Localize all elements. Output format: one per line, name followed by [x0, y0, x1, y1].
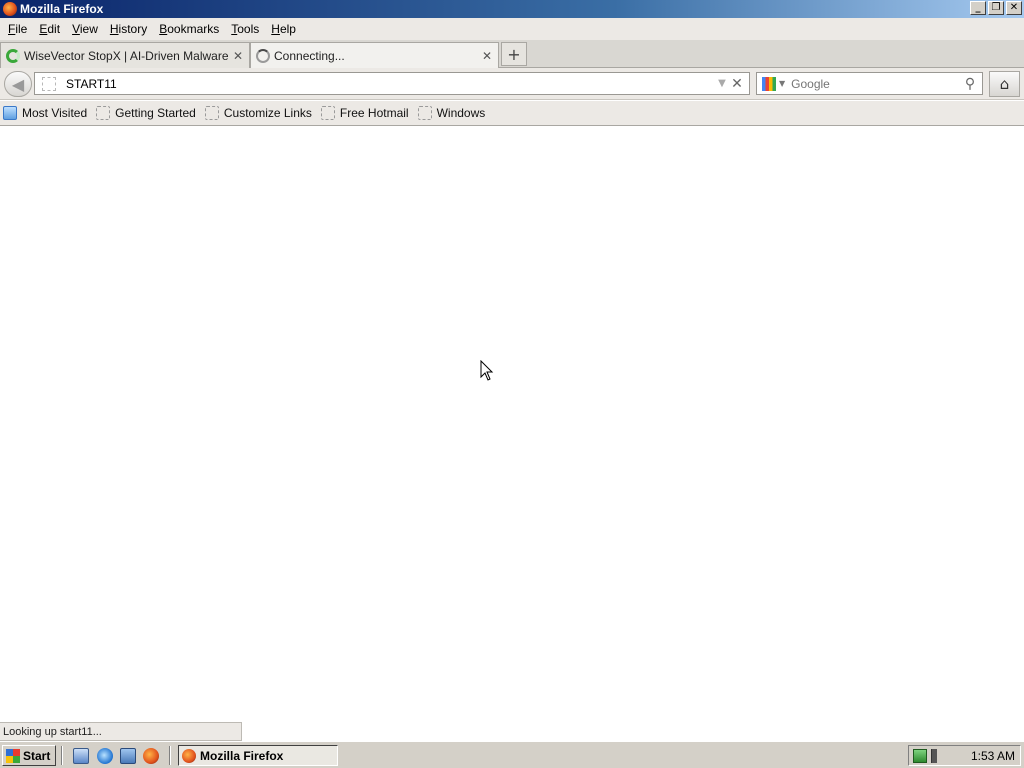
page-content[interactable]: [0, 126, 1024, 740]
taskbar-firefox-button[interactable]: Mozilla Firefox: [178, 745, 338, 766]
close-window-button[interactable]: ✕: [1006, 1, 1022, 15]
status-text: Looking up start11...: [3, 725, 102, 738]
network-tray-icon[interactable]: [913, 748, 927, 763]
task-label: Mozilla Firefox: [200, 748, 284, 763]
taskbar-separator: [169, 746, 171, 765]
tab-label: WiseVector StopX | AI-Driven Malware D..…: [24, 48, 231, 63]
firefox-icon: [182, 748, 196, 763]
taskbar: Start Mozilla Firefox 1:53 AM: [0, 741, 1024, 768]
menu-tools[interactable]: Tools: [225, 22, 265, 36]
search-bar[interactable]: ▼ ⚲: [756, 72, 983, 95]
menu-file[interactable]: File: [2, 22, 33, 36]
bookmark-customize-links[interactable]: Customize Links: [204, 106, 312, 120]
firefox-quicklaunch-icon[interactable]: [143, 748, 159, 764]
bookmark-icon: [417, 106, 432, 120]
bookmark-label: Getting Started: [115, 106, 196, 120]
bookmark-label: Customize Links: [223, 106, 312, 120]
home-icon: ⌂: [999, 75, 1010, 93]
menu-history[interactable]: History: [104, 22, 153, 36]
tab-label: Connecting...: [274, 48, 345, 63]
internet-explorer-icon[interactable]: [97, 748, 113, 764]
most-visited-icon: [3, 106, 17, 120]
back-arrow-icon: ◀: [11, 74, 25, 94]
start-label: Start: [23, 748, 51, 763]
restore-button[interactable]: ❐: [988, 1, 1004, 15]
google-engine-icon[interactable]: [762, 76, 776, 91]
bookmark-label: Windows: [436, 106, 486, 120]
back-button[interactable]: ◀: [4, 71, 32, 97]
menu-view[interactable]: View: [66, 22, 104, 36]
new-tab-button[interactable]: +: [501, 42, 527, 66]
menu-bookmarks[interactable]: Bookmarks: [153, 22, 225, 36]
url-input[interactable]: [66, 74, 715, 93]
minimize-button[interactable]: _: [970, 1, 986, 15]
bookmarks-toolbar: Most Visited Getting Started Customize L…: [0, 101, 1024, 126]
bookmark-getting-started[interactable]: Getting Started: [96, 106, 196, 120]
network-icon[interactable]: [120, 748, 136, 764]
window-controls: _ ❐ ✕: [970, 1, 1022, 15]
bookmark-most-visited[interactable]: Most Visited: [3, 106, 87, 120]
navigation-toolbar: ◀ ▼ ✕ ▼ ⚲ ⌂: [0, 68, 1024, 100]
stop-icon[interactable]: ✕: [729, 76, 745, 92]
bookmark-free-hotmail[interactable]: Free Hotmail: [320, 106, 409, 120]
bookmark-icon: [96, 106, 111, 120]
mouse-cursor-icon: [480, 360, 494, 381]
windows-logo-icon: [6, 748, 20, 763]
close-tab-icon[interactable]: ✕: [480, 49, 494, 63]
search-input[interactable]: [791, 76, 961, 91]
tab-strip: WiseVector StopX | AI-Driven Malware D..…: [0, 40, 1024, 68]
volume-icon[interactable]: [931, 748, 945, 763]
bookmark-icon: [320, 106, 335, 120]
tab-connecting[interactable]: Connecting... ✕: [250, 42, 499, 68]
status-bar: Looking up start11...: [0, 722, 242, 741]
url-dropdown-icon[interactable]: ▼: [715, 78, 729, 89]
close-tab-icon[interactable]: ✕: [231, 49, 245, 63]
window-title: Mozilla Firefox: [20, 2, 104, 16]
page-favicon-icon: [42, 76, 56, 91]
url-bar[interactable]: ▼ ✕: [34, 72, 750, 95]
system-tray: 1:53 AM: [908, 745, 1021, 766]
start-button[interactable]: Start: [2, 745, 56, 766]
window-titlebar: Mozilla Firefox _ ❐ ✕: [0, 0, 1024, 18]
show-desktop-icon[interactable]: [73, 748, 89, 764]
loading-throbber-icon: [256, 48, 270, 63]
tab-wisevector[interactable]: WiseVector StopX | AI-Driven Malware D..…: [0, 42, 250, 68]
home-button[interactable]: ⌂: [989, 71, 1020, 97]
clock[interactable]: 1:53 AM: [971, 749, 1015, 763]
magnifier-icon[interactable]: ⚲: [961, 76, 979, 92]
bookmark-windows[interactable]: Windows: [417, 106, 486, 120]
bookmark-label: Free Hotmail: [339, 106, 409, 120]
menu-bar: File Edit View History Bookmarks Tools H…: [0, 18, 1024, 40]
menu-help[interactable]: Help: [265, 22, 302, 36]
engine-dropdown-icon[interactable]: ▼: [779, 79, 785, 88]
menu-edit[interactable]: Edit: [33, 22, 66, 36]
taskbar-separator: [61, 746, 63, 765]
bookmark-label: Most Visited: [22, 106, 88, 120]
firefox-icon: [3, 2, 17, 16]
bookmark-icon: [204, 106, 219, 120]
loading-spinner-icon: [6, 48, 20, 63]
